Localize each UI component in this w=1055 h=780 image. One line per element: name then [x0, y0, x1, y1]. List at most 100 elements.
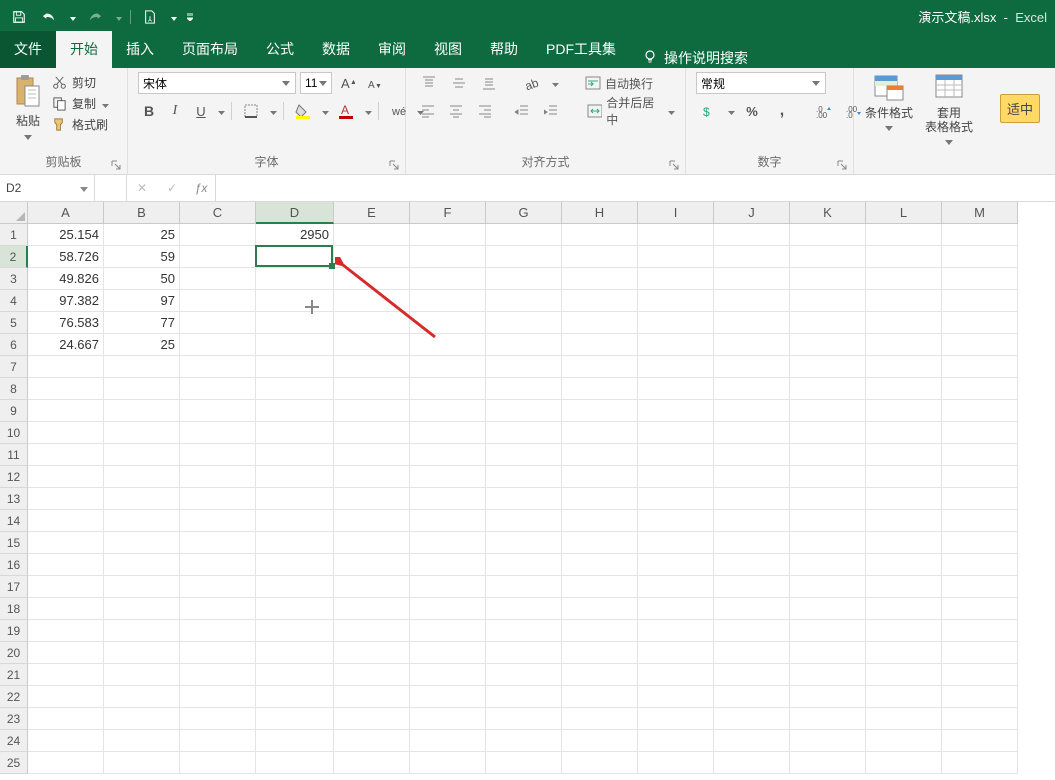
cell[interactable] — [790, 576, 866, 598]
cell[interactable] — [334, 642, 410, 664]
cell[interactable] — [942, 334, 1018, 356]
cell[interactable] — [638, 488, 714, 510]
paste-button[interactable]: 粘贴 — [10, 72, 46, 143]
cell[interactable] — [562, 752, 638, 774]
cell[interactable] — [180, 268, 256, 290]
align-right-icon[interactable] — [472, 100, 496, 122]
cell[interactable] — [790, 488, 866, 510]
cell[interactable] — [562, 422, 638, 444]
undo-icon[interactable] — [38, 6, 60, 28]
cell[interactable] — [104, 752, 180, 774]
merge-center-button[interactable]: 合并后居中 — [587, 100, 662, 122]
fx-icon[interactable]: ƒx — [187, 181, 215, 195]
cell[interactable] — [180, 730, 256, 752]
cell[interactable] — [180, 378, 256, 400]
cell[interactable] — [256, 356, 334, 378]
cell[interactable] — [28, 356, 104, 378]
chevron-down-icon[interactable] — [319, 81, 327, 86]
cell[interactable] — [334, 312, 410, 334]
cell[interactable] — [180, 290, 256, 312]
cell[interactable] — [638, 752, 714, 774]
cell[interactable] — [790, 334, 866, 356]
cell[interactable] — [334, 620, 410, 642]
cell[interactable] — [256, 466, 334, 488]
cell[interactable] — [410, 378, 486, 400]
cell[interactable]: 50 — [104, 268, 180, 290]
cell[interactable] — [180, 488, 256, 510]
cell[interactable] — [942, 466, 1018, 488]
cell[interactable] — [942, 312, 1018, 334]
cell[interactable] — [866, 510, 942, 532]
cell[interactable] — [256, 752, 334, 774]
cell[interactable] — [638, 554, 714, 576]
redo-icon[interactable] — [84, 6, 106, 28]
cell[interactable] — [866, 752, 942, 774]
cell[interactable] — [334, 576, 410, 598]
cell[interactable]: 77 — [104, 312, 180, 334]
cell[interactable] — [866, 444, 942, 466]
cell[interactable] — [486, 268, 562, 290]
cell[interactable] — [942, 400, 1018, 422]
cell[interactable] — [714, 686, 790, 708]
col-header[interactable]: L — [866, 202, 942, 224]
cell[interactable] — [486, 334, 562, 356]
cell[interactable] — [256, 290, 334, 312]
cell[interactable]: 58.726 — [28, 246, 104, 268]
cell[interactable] — [714, 400, 790, 422]
cell[interactable] — [866, 224, 942, 246]
font-size-combo[interactable] — [300, 72, 332, 94]
enter-formula-icon[interactable]: ✓ — [157, 175, 187, 201]
cell[interactable] — [256, 444, 334, 466]
cell[interactable] — [410, 708, 486, 730]
cell[interactable] — [410, 576, 486, 598]
cell[interactable] — [180, 312, 256, 334]
row-header[interactable]: 12 — [0, 466, 28, 488]
tab-PDF工具集[interactable]: PDF工具集 — [532, 31, 630, 68]
col-header[interactable]: H — [562, 202, 638, 224]
cell[interactable] — [714, 510, 790, 532]
cell[interactable] — [638, 224, 714, 246]
cell[interactable] — [562, 268, 638, 290]
fill-dropdown[interactable] — [322, 104, 329, 118]
cell[interactable] — [562, 246, 638, 268]
cell[interactable] — [104, 598, 180, 620]
cell[interactable] — [486, 422, 562, 444]
cell[interactable] — [104, 378, 180, 400]
cell[interactable] — [638, 730, 714, 752]
cell[interactable] — [180, 576, 256, 598]
cell[interactable] — [28, 598, 104, 620]
cell[interactable] — [866, 268, 942, 290]
cell[interactable] — [28, 444, 104, 466]
cell[interactable] — [714, 378, 790, 400]
cell[interactable] — [486, 400, 562, 422]
cell[interactable] — [486, 290, 562, 312]
cell[interactable] — [486, 488, 562, 510]
chevron-down-icon[interactable] — [282, 81, 291, 86]
cell[interactable] — [28, 642, 104, 664]
cell[interactable] — [104, 576, 180, 598]
cell[interactable] — [866, 598, 942, 620]
cell[interactable]: 24.667 — [28, 334, 104, 356]
number-launcher-icon[interactable] — [836, 159, 847, 170]
cell[interactable] — [180, 708, 256, 730]
cell[interactable] — [790, 400, 866, 422]
cell[interactable] — [942, 532, 1018, 554]
cell[interactable] — [256, 554, 334, 576]
cell[interactable] — [486, 444, 562, 466]
cell[interactable] — [104, 532, 180, 554]
cell[interactable] — [486, 510, 562, 532]
cell[interactable]: 25.154 — [28, 224, 104, 246]
row-header[interactable]: 23 — [0, 708, 28, 730]
cell[interactable] — [942, 554, 1018, 576]
row-header[interactable]: 1 — [0, 224, 28, 246]
undo-dropdown[interactable] — [70, 10, 76, 24]
number-format-combo[interactable] — [696, 72, 826, 94]
cell[interactable] — [334, 466, 410, 488]
cell[interactable] — [486, 752, 562, 774]
cell[interactable] — [486, 378, 562, 400]
cell[interactable] — [410, 686, 486, 708]
cell[interactable] — [28, 466, 104, 488]
cell[interactable] — [104, 620, 180, 642]
wrap-text-button[interactable]: 自动换行 — [585, 72, 653, 94]
cell[interactable]: 76.583 — [28, 312, 104, 334]
